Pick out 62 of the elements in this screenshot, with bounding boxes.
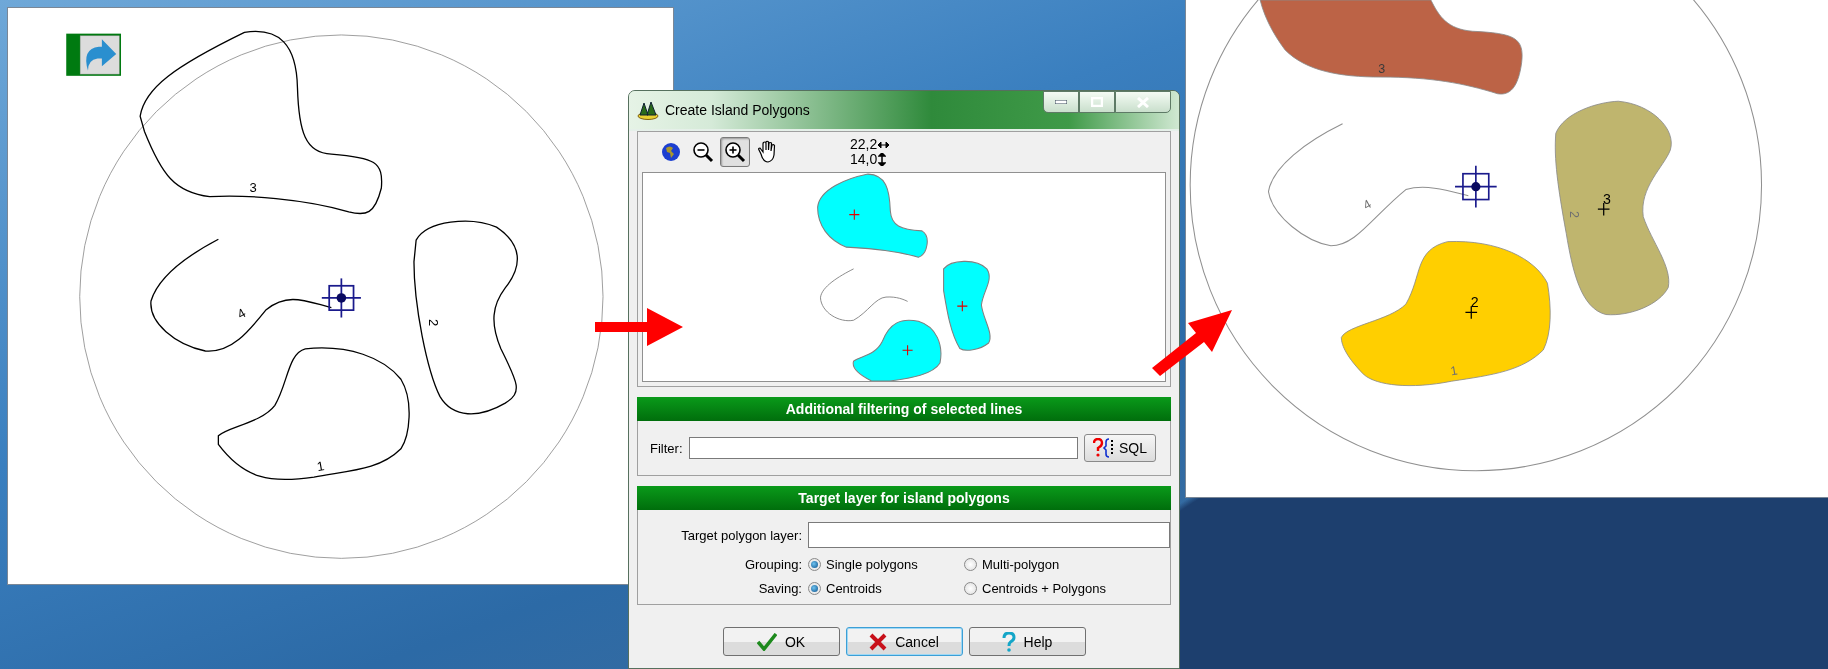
line-label: 1: [315, 458, 326, 475]
cross-icon: [869, 632, 888, 651]
radio-button[interactable]: [964, 558, 977, 571]
target-layer-field[interactable]: [808, 522, 1170, 548]
dialog-button[interactable]: OK: [722, 627, 840, 656]
radio-label: Centroids: [826, 581, 882, 596]
crosshair-marker: [1454, 164, 1498, 209]
field-label: Target polygon layer:: [681, 527, 803, 543]
radio-button[interactable]: [808, 582, 821, 595]
section-header: Additional filtering of selected lines: [637, 397, 1171, 421]
centroid-icon: [956, 300, 968, 312]
line-label: 2: [426, 319, 442, 327]
dialog-button[interactable]: Cancel: [845, 627, 963, 656]
globe-icon: [661, 142, 681, 162]
crosshair-marker: [320, 277, 362, 319]
centroid-icon: [1464, 305, 1478, 320]
radio-option[interactable]: Centroids + Polygons: [964, 581, 1170, 596]
polygon-label: 2: [1470, 294, 1479, 311]
query-icon: [1093, 438, 1115, 458]
size-readout: 22,2: [850, 137, 878, 152]
radio-button[interactable]: [808, 558, 821, 571]
radio-label: Single polygons: [826, 557, 918, 572]
maximize-icon: [1091, 97, 1103, 107]
line-label: 3: [1378, 61, 1386, 76]
radio-label: Centroids + Polygons: [982, 581, 1106, 596]
zoom-out-icon: [692, 141, 714, 163]
sql-button[interactable]: SQL: [1084, 434, 1156, 462]
hand-icon: [756, 140, 778, 164]
line-label: 3: [249, 180, 257, 196]
zoom-in-icon: [724, 141, 746, 163]
option-label: Grouping:: [744, 557, 803, 572]
window-title: Create Island Polygons: [665, 102, 811, 118]
radio-button[interactable]: [964, 582, 977, 595]
field-label: Filter:: [650, 440, 683, 456]
radio-option[interactable]: Single polygons: [808, 557, 964, 572]
vertical-arrow-icon: [878, 153, 887, 166]
radio-option[interactable]: Multi-polygon: [964, 557, 1170, 572]
radio-option[interactable]: Centroids: [808, 581, 964, 596]
close-icon: [1137, 96, 1149, 108]
minimize-button[interactable]: [1043, 91, 1079, 113]
polygon-label: 3: [1603, 190, 1611, 207]
dialog-button[interactable]: Help: [968, 627, 1086, 656]
radio-label: Multi-polygon: [982, 557, 1060, 572]
centroid-icon: [1597, 202, 1611, 216]
option-label: Saving:: [758, 581, 803, 596]
maximize-button[interactable]: [1079, 91, 1115, 113]
line-label: 2: [1567, 211, 1582, 218]
centroid-icon: [848, 209, 860, 221]
checkmark-icon: [756, 632, 777, 651]
help-icon: [1001, 631, 1016, 652]
line-label: 4: [1360, 197, 1374, 213]
trees-icon: [637, 100, 659, 120]
centroid-icon: [902, 344, 914, 356]
filter-field[interactable]: [688, 437, 1078, 459]
horizontal-arrow-icon: [878, 140, 890, 149]
map-tool-button[interactable]: [720, 137, 750, 167]
section-header: Target layer for island polygons: [637, 486, 1171, 510]
close-button[interactable]: [1115, 91, 1171, 113]
line-label: 1: [1449, 363, 1459, 379]
size-readout: 14,0: [850, 152, 878, 167]
minimize-icon: [1055, 100, 1067, 104]
line-label: 4: [234, 305, 249, 322]
